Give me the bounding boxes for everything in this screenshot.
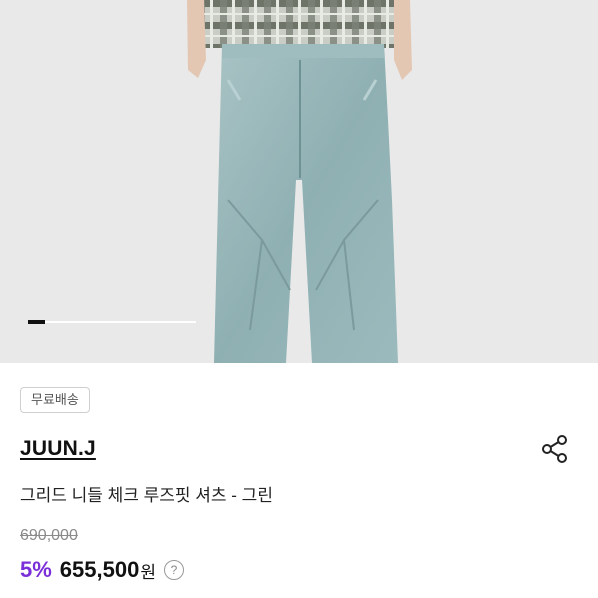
gallery-progress-fill	[28, 320, 45, 324]
discount-rate: 5%	[20, 557, 52, 582]
sale-price: 655,500	[59, 557, 140, 582]
currency-unit: 원	[140, 562, 156, 582]
price-row: 5% 655,500 원 ?	[20, 555, 184, 585]
original-price: 690,000	[20, 527, 78, 544]
product-image[interactable]	[0, 0, 598, 363]
free-shipping-badge: 무료배송	[20, 387, 90, 413]
model-photo	[187, 0, 412, 363]
brand-link[interactable]: JUUN.J	[20, 437, 96, 461]
share-icon[interactable]	[540, 434, 570, 464]
product-title: 그리드 니들 체크 루즈핏 셔츠 - 그린	[20, 486, 273, 505]
gallery-progress	[28, 320, 196, 324]
question-circle-icon[interactable]: ?	[163, 560, 184, 580]
